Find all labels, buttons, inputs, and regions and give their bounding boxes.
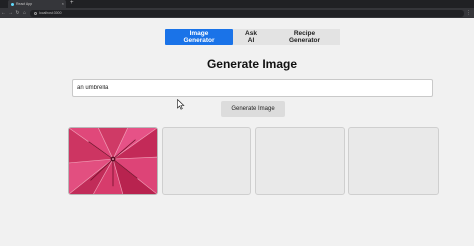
generated-image-slot-4[interactable] xyxy=(348,127,439,195)
browser-menu-icon[interactable]: ⋮ xyxy=(466,8,471,18)
forward-icon[interactable]: → xyxy=(7,8,14,18)
generate-image-button[interactable]: Generate Image xyxy=(221,101,285,117)
address-url: localhost:3000 xyxy=(39,11,62,15)
browser-tab-title: React App xyxy=(16,2,33,6)
react-favicon-icon xyxy=(11,2,14,6)
tab-recipe-generator[interactable]: Recipe Generator xyxy=(269,29,340,45)
home-icon[interactable]: ⌂ xyxy=(21,8,28,18)
address-bar[interactable]: localhost:3000 xyxy=(30,9,464,17)
app-nav: Image Generator Ask AI Recipe Generator xyxy=(165,29,340,45)
new-tab-icon[interactable]: + xyxy=(70,0,74,7)
back-icon[interactable]: ← xyxy=(0,8,7,18)
site-info-icon[interactable] xyxy=(34,11,37,15)
browser-tab-strip: React App × + xyxy=(0,0,474,8)
prompt-input[interactable] xyxy=(72,79,433,97)
browser-tab[interactable]: React App × xyxy=(8,0,66,8)
tab-close-icon[interactable]: × xyxy=(62,1,64,6)
generated-image-slot-3[interactable] xyxy=(255,127,345,195)
generated-image-slot-1[interactable] xyxy=(68,127,158,195)
tab-ask-ai[interactable]: Ask AI xyxy=(233,29,269,45)
tab-image-generator[interactable]: Image Generator xyxy=(165,29,233,45)
app-page: Image Generator Ask AI Recipe Generator … xyxy=(0,18,474,246)
mouse-cursor-icon xyxy=(177,99,185,110)
browser-toolbar: ← → ↻ ⌂ localhost:3000 ⋮ xyxy=(0,8,474,18)
page-title: Generate Image xyxy=(206,57,298,71)
umbrella-image xyxy=(69,128,157,194)
reload-icon[interactable]: ↻ xyxy=(14,8,21,18)
generated-image-slot-2[interactable] xyxy=(162,127,251,195)
